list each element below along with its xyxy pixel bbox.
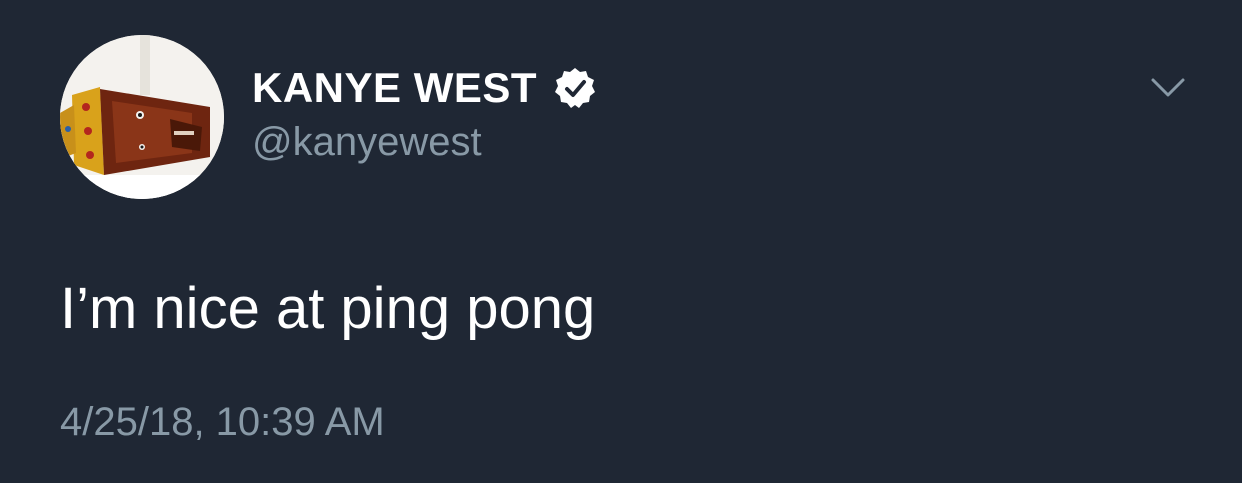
author-name-row[interactable]: KANYE WEST	[252, 60, 597, 116]
author-handle[interactable]: @kanyewest	[252, 122, 482, 162]
tweet-text: I’m nice at ping pong	[60, 276, 596, 341]
display-name[interactable]: KANYE WEST	[252, 67, 537, 109]
tweet-card: KANYE WEST @kanyewest I’m nice at ping p…	[0, 0, 1242, 483]
verified-badge-icon	[553, 66, 597, 110]
avatar-image	[60, 35, 224, 199]
avatar[interactable]	[60, 35, 224, 199]
chevron-down-icon[interactable]	[1150, 76, 1186, 100]
tweet-timestamp[interactable]: 4/25/18, 10:39 AM	[60, 402, 385, 442]
